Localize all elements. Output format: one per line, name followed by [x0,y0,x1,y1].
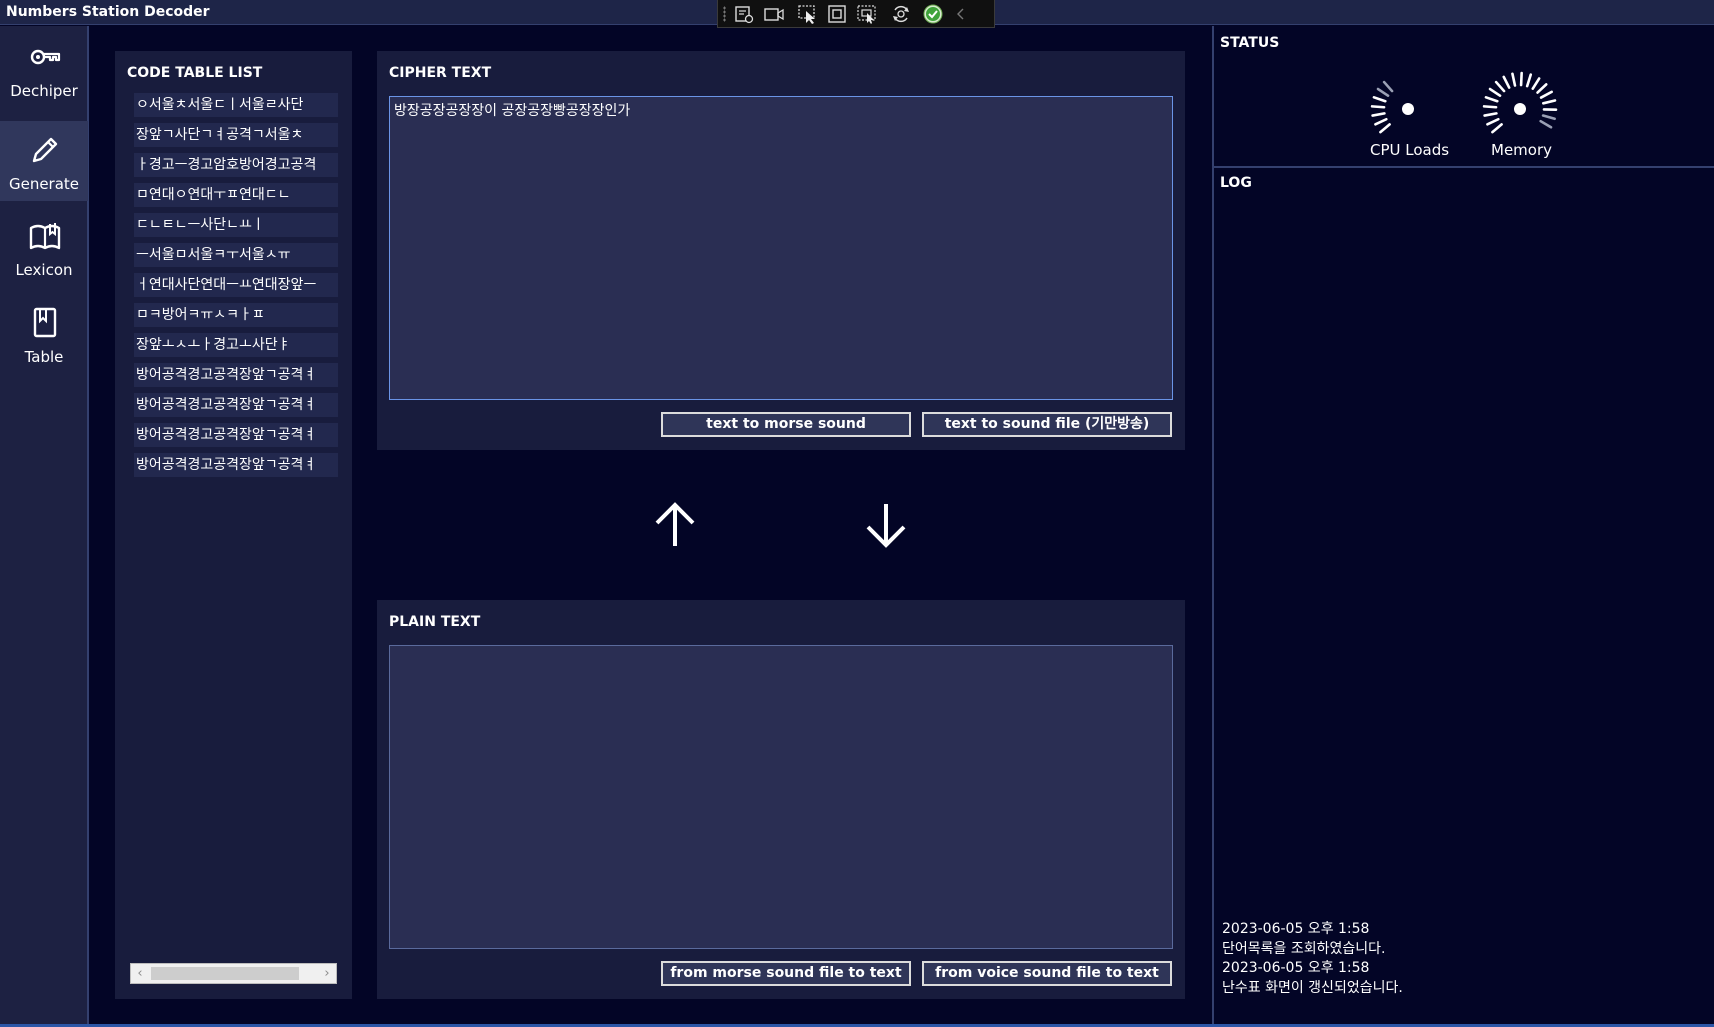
select-element-icon[interactable] [797,4,819,24]
toolbar-grip-icon[interactable] [723,6,726,22]
memory-gauge-tick [1541,114,1556,121]
arrow-up-icon[interactable] [651,500,699,550]
plain-text-title: PLAIN TEXT [389,614,481,630]
log-message: 난수표 화면이 갱신되었습니다. [1222,979,1403,996]
memory-gauge-tick [1536,83,1548,94]
memory-gauge-tick [1486,117,1500,126]
divider [1214,166,1714,168]
nav-label-generate: Generate [8,175,80,193]
nav-label-dechiper: Dechiper [10,82,78,100]
nav-generate[interactable]: Generate [0,121,88,201]
from-voice-sound-file-button[interactable]: from voice sound file to text [922,961,1172,986]
list-item[interactable]: 방어공격경고공격장앞ㄱ공격ㅕ [134,453,338,477]
bookmark-icon [33,307,57,338]
side-navigation: Dechiper Generate Lexicon Table [0,26,89,1027]
memory-gauge-tick [1494,80,1506,93]
memory-gauge-tick [1502,75,1511,89]
memory-gauge-tick [1482,105,1498,109]
memory-gauge-tick [1491,123,1503,134]
nav-lexicon[interactable]: Lexicon [0,207,88,287]
cipher-text-input[interactable]: 방장공장공장장이 공장공장빵공장장인가 [389,96,1173,400]
cpu-gauge-tick [1382,80,1394,93]
cpu-gauge-tick [1370,105,1386,109]
list-item[interactable]: ㅏ경고ㅡ경고암호방어경고공격 [134,153,338,177]
list-item[interactable]: 장앞ㄱ사단ㄱㅕ공격ㄱ서울ㅊ [134,123,338,147]
code-table-list[interactable]: ㅇ서울ㅊ서울ㄷㅣ서울ㄹ사단 장앞ㄱ사단ㄱㅕ공격ㄱ서울ㅊ ㅏ경고ㅡ경고암호방어경고… [134,93,338,483]
memory-gauge-dot [1514,103,1526,115]
list-item[interactable]: ㅁ연대ㅇ연대ㅜㅍ연대ㄷㄴ [134,183,338,207]
binding-check-icon[interactable] [922,4,944,24]
list-item[interactable]: ㅓ연대사단연대ㅡㅛ연대장앞ㅡ [134,273,338,297]
text-to-sound-file-button[interactable]: text to sound file (기만방송) [922,412,1172,437]
nav-table[interactable]: Table [0,294,88,374]
memory-gauge-tick [1511,72,1517,87]
cipher-text-title: CIPHER TEXT [389,65,492,81]
nav-dechiper[interactable]: Dechiper [0,28,88,108]
arrow-down-icon[interactable] [862,500,910,550]
from-morse-sound-file-button[interactable]: from morse sound file to text [661,961,911,986]
text-to-morse-sound-button[interactable]: text to morse sound [661,412,911,437]
scroll-left-icon[interactable]: ‹ [133,966,147,981]
memory-gauge-tick [1531,77,1541,90]
app-window: Numbers Station Decoder Dechiper Generat… [0,0,1714,1027]
key-icon [30,49,61,65]
collapse-chevron-icon[interactable] [950,4,972,24]
horizontal-scrollbar[interactable]: ‹ › [130,963,337,984]
live-tree-icon[interactable] [733,4,755,24]
memory-gauge-tick [1484,96,1499,103]
cpu-gauge-dot [1402,103,1414,115]
window-title: Numbers Station Decoder [6,4,210,20]
cpu-gauge-tick [1379,123,1391,134]
code-table-title: CODE TABLE LIST [127,65,263,81]
nav-label-table: Table [24,348,64,366]
list-item[interactable]: 방어공격경고공격장앞ㄱ공격ㅕ [134,423,338,447]
list-item[interactable]: 방어공격경고공격장앞ㄱ공격ㅕ [134,393,338,417]
pencil-icon [32,137,58,163]
log-list: 2023-06-05 오후 1:58 단어목록을 조회하였습니다. 2023-0… [1222,920,1403,998]
open-book-icon [29,223,61,250]
cpu-gauge-tick [1371,112,1386,117]
cpu-gauge-tick [1374,117,1388,126]
list-item[interactable]: 장앞ㅗㅅㅗㅏ경고ㅗ사단ㅑ [134,333,338,357]
log-timestamp: 2023-06-05 오후 1:58 [1222,960,1370,976]
memory-gauge-tick [1483,112,1498,117]
memory-label: Memory [1491,141,1553,159]
log-timestamp: 2023-06-05 오후 1:58 [1222,921,1370,937]
list-item[interactable]: 방어공격경고공격장앞ㄱ공격ㅕ [134,363,338,387]
record-icon[interactable] [763,4,785,24]
memory-gauge-tick [1539,90,1553,99]
list-item[interactable]: ㅇ서울ㅊ서울ㄷㅣ서울ㄹ사단 [134,93,338,117]
memory-gauge-tick [1542,99,1557,105]
scroll-right-icon[interactable]: › [320,966,334,981]
display-layout-icon[interactable] [826,4,848,24]
list-item[interactable]: ㅡ서울ㅁ서울ㅋㅜ서울ㅅㅠ [134,243,338,267]
status-log-pane: STATUS CPU Loads Memory LOG 2023-06-05 오… [1212,26,1714,1027]
list-item[interactable]: ㄷㄴㅌㄴㅡ사단ㄴㅛㅣ [134,213,338,237]
cpu-gauge-tick [1376,87,1390,97]
memory-gauge-tick [1488,87,1502,97]
nav-label-lexicon: Lexicon [15,261,73,279]
scrollbar-thumb[interactable] [151,967,299,980]
log-message: 단어목록을 조회하였습니다. [1222,940,1386,957]
cpu-loads-label: CPU Loads [1370,141,1450,159]
memory-gauge-tick [1525,73,1533,88]
debug-toolbar [717,0,995,28]
track-focus-icon[interactable] [856,4,878,24]
list-item[interactable]: ㅁㅋ방어ㅋㅠㅅㅋㅏㅍ [134,303,338,327]
cpu-gauge-tick [1372,96,1387,103]
memory-gauge-tick [1519,71,1523,87]
status-title: STATUS [1220,35,1280,51]
cpu-load-gauge [1370,80,1414,134]
hot-reload-icon[interactable] [890,4,912,24]
log-title: LOG [1220,175,1252,191]
memory-gauge [1482,71,1558,134]
plain-text-input[interactable] [389,645,1173,949]
memory-gauge-tick [1539,119,1553,129]
